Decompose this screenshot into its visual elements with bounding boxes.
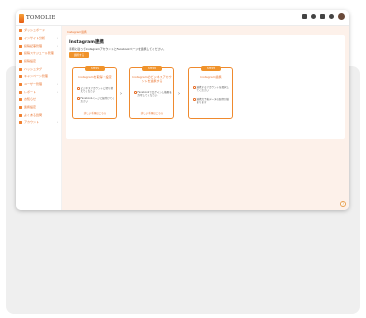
calendar-icon [19,52,22,56]
bullet-icon [134,91,137,94]
account-icon [19,121,22,125]
step-line: Facebookでログインし権限を許可してください [134,91,172,97]
sidebar-item-schedule[interactable]: 投稿スケジュール管理 [16,51,61,57]
sidebar-item-insights[interactable]: インサイト分析 › [16,35,61,41]
chart-icon [19,36,22,40]
sidebar: ダッシュボード インサイト分析 › 投稿記事管理 › 投稿スケジュール管理 投稿設定… [16,26,62,210]
sidebar-item-label: ハッシュタグ [24,66,43,71]
notification-icon[interactable] [302,14,307,19]
top-bar: TOMOLIE [16,10,349,26]
top-icons [302,13,345,20]
avatar[interactable] [338,13,345,20]
help-chat-icon[interactable]: ? [340,201,346,207]
bullet-icon [77,97,80,100]
main-content: Instagram連携 Instagram連携 手順に従ってInstagramア… [62,26,349,210]
gear-icon [19,59,22,63]
step-card-3: STEP3 Instagram連携 連携するアカウントを選択してください 連携完… [188,65,233,119]
content-card: Instagram連携 手順に従ってInstagramアカウントとFaceboo… [66,35,345,139]
dashboard-icon [19,29,22,33]
sidebar-item-label: よくある質問 [24,112,43,117]
sidebar-item-label: キャンペーン管理 [24,74,48,79]
step-card-2: STEP2 Instagramのビジネスアカウントを連携する Facebookで… [129,65,174,119]
step-title: Instagram連携 [200,75,222,79]
chevron-right-icon: › [178,91,180,97]
bell-icon [19,98,22,102]
step-badge: STEP3 [201,65,221,71]
sidebar-item-campaign[interactable]: キャンペーン管理 [16,74,61,80]
bullet-icon [77,87,80,90]
connect-button[interactable]: 連携する [69,52,89,58]
bullet-icon [193,98,196,101]
sidebar-item-integration[interactable]: 連携設定 [16,104,61,110]
hashtag-icon [19,67,22,71]
report-icon [19,90,22,94]
sidebar-item-news[interactable]: お知らせ [16,97,61,103]
help-icon[interactable] [320,14,325,19]
sidebar-item-label: お知らせ [24,97,36,102]
step-line: Facebookページと紐付けてください [77,97,115,103]
chevron-right-icon: › [56,35,58,40]
page-description: 手順に従ってInstagramアカウントとFacebookページを連携してくださ… [69,47,166,51]
question-icon [19,113,22,117]
step-badge: STEP2 [142,65,162,71]
user-menu-icon[interactable] [329,14,334,19]
step-line: ビジネスアカウントに切り替えてください [77,87,115,93]
step-line: 連携するアカウントを選択してください [193,86,231,92]
sidebar-item-report[interactable]: レポート › [16,89,61,95]
sidebar-item-post-settings[interactable]: 投稿設定 [16,58,61,64]
sidebar-item-faq[interactable]: よくある質問 [16,112,61,118]
sidebar-item-label: アカウント [24,120,40,125]
step-title: Instagramを取得・設定 [78,75,112,79]
sidebar-item-account[interactable]: アカウント › [16,120,61,126]
sidebar-item-dashboard[interactable]: ダッシュボード [16,28,61,34]
chevron-right-icon: › [56,43,58,48]
logo-mark-icon [19,13,24,23]
chevron-right-icon: › [56,120,58,125]
flag-icon [19,75,22,79]
sidebar-item-label: ダッシュボード [24,28,46,33]
sidebar-item-label: 投稿記事管理 [24,43,43,48]
step-link[interactable]: 詳しい手順はこちら [77,111,113,115]
app-logo[interactable]: TOMOLIE [19,13,56,23]
app-window: TOMOLIE ダッシュボード インサイト分析 › 投稿記事管理 › 投稿スケジュー… [16,10,349,210]
step-line: 連携完了後データの取得が始まります [193,98,231,104]
sidebar-item-label: ユーザー管理 [24,81,42,86]
sidebar-item-label: レポート [24,89,37,94]
sidebar-item-hashtag[interactable]: ハッシュタグ [16,66,61,72]
sidebar-item-users[interactable]: ユーザー管理 › [16,81,61,87]
sidebar-item-label: 投稿設定 [24,58,37,63]
sidebar-item-label: インサイト分析 [24,35,46,40]
chevron-right-icon: › [56,89,58,94]
chevron-right-icon: › [56,81,58,86]
bullet-icon [193,86,196,89]
step-title: Instagramのビジネスアカウントを連携する [132,75,172,83]
sidebar-item-label: 投稿スケジュール管理 [24,51,54,56]
document-icon [19,44,22,48]
link-icon [19,106,22,110]
sidebar-item-label: 連携設定 [24,105,37,110]
breadcrumb[interactable]: Instagram連携 [67,30,87,34]
step-card-1: STEP1 Instagramを取得・設定 ビジネスアカウントに切り替えてくださ… [72,65,117,119]
chevron-right-icon: › [120,91,122,97]
user-icon [19,82,22,86]
step-link[interactable]: 詳しい手順はこちら [134,111,170,115]
page-title: Instagram連携 [69,40,104,45]
app-title: TOMOLIE [26,15,56,21]
step-badge: STEP1 [85,65,105,71]
sidebar-item-posts[interactable]: 投稿記事管理 › [16,43,61,49]
settings-icon[interactable] [311,14,316,19]
